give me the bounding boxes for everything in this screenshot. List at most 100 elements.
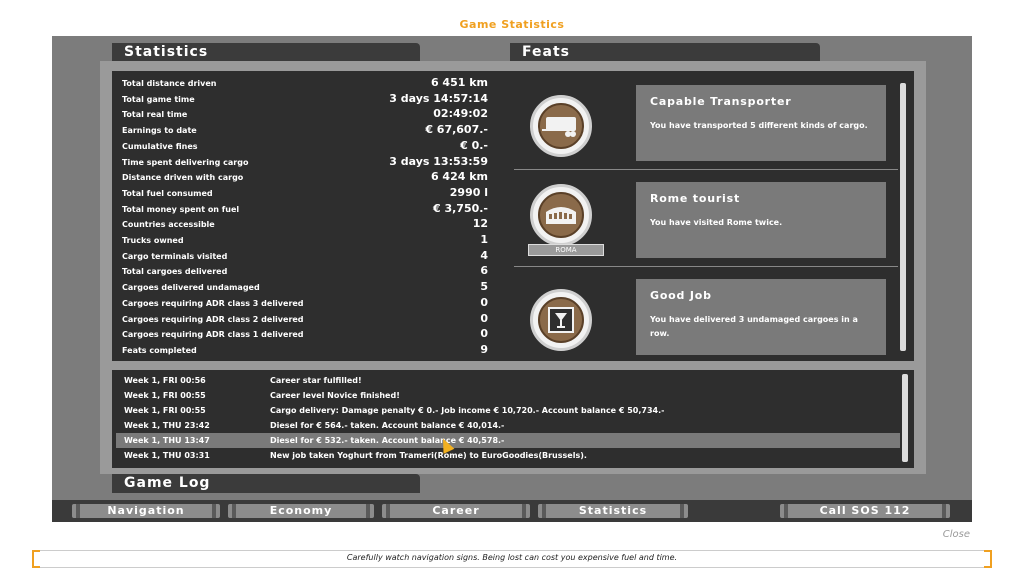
divider <box>514 169 898 170</box>
log-row-selected[interactable]: Week 1, THU 13:47 Diesel for € 532.- take… <box>116 433 900 448</box>
log-scrollbar[interactable] <box>902 374 908 462</box>
stat-row: Earnings to date € 67,607.- <box>122 123 488 139</box>
stat-label: Cumulative fines <box>122 141 198 151</box>
stat-value: 6 424 km <box>430 170 488 184</box>
call-sos-button[interactable]: Call SOS 112 <box>780 504 950 518</box>
feats-scrollbar[interactable] <box>900 83 906 351</box>
tip-text: Carefully watch navigation signs. Being … <box>346 553 678 562</box>
game-log-list: Week 1, FRI 00:56 Career star fulfilled! … <box>112 370 914 468</box>
tip-bar: Carefully watch navigation signs. Being … <box>32 550 992 568</box>
log-row[interactable]: Week 1, FRI 00:55 Career level Novice fin… <box>116 388 900 403</box>
stat-row: Distance driven with cargo 6 424 km <box>122 170 488 186</box>
log-time: Week 1, FRI 00:55 <box>124 391 206 400</box>
feat-title: Rome tourist <box>650 192 741 205</box>
close-button[interactable]: Close <box>943 529 970 540</box>
statistics-list: Total distance driven 6 451 km Total game… <box>112 71 494 361</box>
bottom-nav: Navigation Economy Career Statistics Cal… <box>52 500 972 522</box>
stat-row: Time spent delivering cargo 3 days 13:53:… <box>122 155 488 171</box>
stat-row: Cargoes requiring ADR class 1 delivered 0 <box>122 327 488 343</box>
stat-label: Earnings to date <box>122 126 197 136</box>
stat-label: Cargoes delivered undamaged <box>122 283 260 293</box>
statistics-window: Statistics Feats Total distance driven 6 … <box>52 36 972 522</box>
stat-row: Trucks owned 1 <box>122 233 488 249</box>
trailer-icon <box>530 95 592 157</box>
log-message: Career star fulfilled! <box>270 376 362 385</box>
stat-value: 6 451 km <box>430 76 488 89</box>
feats-list: Capable Transporter You have transported… <box>494 71 914 361</box>
log-row[interactable]: Week 1, FRI 00:56 Career star fulfilled! <box>116 373 900 388</box>
stat-value: 9 <box>480 342 488 356</box>
stat-label: Total fuel consumed <box>122 188 213 198</box>
feat-description: You have visited Rome twice. <box>650 218 783 227</box>
statistics-button[interactable]: Statistics <box>538 504 688 518</box>
log-row[interactable]: Week 1, THU 23:42 Diesel for € 564.- take… <box>116 418 900 433</box>
stat-label: Cargoes requiring ADR class 1 delivered <box>122 330 304 340</box>
stat-label: Cargoes requiring ADR class 2 delivered <box>122 314 304 324</box>
stat-label: Trucks owned <box>122 236 184 245</box>
log-message: Diesel for € 532.- taken. Account balanc… <box>270 436 505 445</box>
feat-item[interactable]: ROMA Rome tourist You have visited Rome … <box>514 178 898 274</box>
feat-description: You have transported 5 different kinds o… <box>650 121 868 130</box>
stat-value: 0 <box>480 327 488 341</box>
stat-row: Cargoes delivered undamaged 5 <box>122 280 488 296</box>
tab-feats[interactable]: Feats <box>510 43 820 62</box>
stat-value: € 0.- <box>460 138 488 152</box>
stat-label: Time spent delivering cargo <box>122 157 249 167</box>
feat-item[interactable]: Good Job You have delivered 3 undamaged … <box>514 275 898 371</box>
log-time: Week 1, THU 13:47 <box>124 436 210 445</box>
divider <box>514 266 898 267</box>
tab-game-log[interactable]: Game Log <box>112 474 420 493</box>
stat-row: Cargoes requiring ADR class 2 delivered 0 <box>122 312 488 328</box>
stat-row: Total cargoes delivered 6 <box>122 264 488 280</box>
stat-value: 1 <box>480 233 488 246</box>
feat-title: Capable Transporter <box>650 95 792 108</box>
stat-value: 12 <box>472 217 488 231</box>
navigation-button[interactable]: Navigation <box>72 504 220 518</box>
content-area: Total distance driven 6 451 km Total game… <box>100 61 926 474</box>
rome-badge: ROMA <box>528 244 604 256</box>
feat-card: Rome tourist You have visited Rome twice… <box>636 182 886 258</box>
stat-label: Cargoes requiring ADR class 3 delivered <box>122 298 304 308</box>
stat-value: 0 <box>480 311 488 325</box>
stat-label: Countries accessible <box>122 220 215 230</box>
stat-value: € 67,607.- <box>425 123 488 137</box>
stat-row: Cargo terminals visited 4 <box>122 249 488 265</box>
tab-statistics[interactable]: Statistics <box>112 43 420 62</box>
stat-value: 6 <box>480 264 488 278</box>
stat-label: Total cargoes delivered <box>122 267 228 277</box>
stat-row: Total game time 3 days 14:57:14 <box>122 92 488 108</box>
feat-description: You have delivered 3 undamaged cargoes i… <box>650 315 858 338</box>
stat-value: € 3,750.- <box>432 201 488 215</box>
glass-icon <box>530 289 592 351</box>
stat-label: Total game time <box>122 94 195 104</box>
stat-row: Total money spent on fuel € 3,750.- <box>122 202 488 218</box>
log-message: New job taken Yoghurt from Trameri(Rome)… <box>270 451 587 460</box>
log-time: Week 1, THU 03:31 <box>124 451 210 460</box>
log-message: Cargo delivery: Damage penalty € 0.- Job… <box>270 406 665 415</box>
stat-label: Total money spent on fuel <box>122 204 240 214</box>
stat-label: Feats completed <box>122 345 197 355</box>
stat-row: Total fuel consumed 2990 l <box>122 186 488 202</box>
log-row[interactable]: Week 1, FRI 00:55 Cargo delivery: Damage … <box>116 403 900 418</box>
colosseum-icon <box>530 184 592 246</box>
career-button[interactable]: Career <box>382 504 530 518</box>
stat-value: 0 <box>480 295 488 309</box>
stat-value: 4 <box>480 248 488 262</box>
feat-item[interactable]: Capable Transporter You have transported… <box>514 81 898 177</box>
stat-label: Distance driven with cargo <box>122 173 244 183</box>
feat-title: Good Job <box>650 289 712 302</box>
stat-value: 5 <box>480 280 488 294</box>
log-time: Week 1, FRI 00:55 <box>124 406 206 415</box>
stat-label: Cargo terminals visited <box>122 251 228 261</box>
log-message: Diesel for € 564.- taken. Account balanc… <box>270 421 505 430</box>
stat-row: Total distance driven 6 451 km <box>122 76 488 92</box>
stat-row: Feats completed 9 <box>122 343 488 359</box>
economy-button[interactable]: Economy <box>228 504 374 518</box>
stat-row: Cumulative fines € 0.- <box>122 139 488 155</box>
log-time: Week 1, THU 23:42 <box>124 421 210 430</box>
feat-card: Capable Transporter You have transported… <box>636 85 886 161</box>
log-row[interactable]: Week 1, THU 03:31 New job taken Yoghurt f… <box>116 448 900 463</box>
stat-value: 2990 l <box>449 185 488 199</box>
stat-row: Cargoes requiring ADR class 3 delivered 0 <box>122 296 488 312</box>
stat-value: 02:49:02 <box>433 107 488 121</box>
